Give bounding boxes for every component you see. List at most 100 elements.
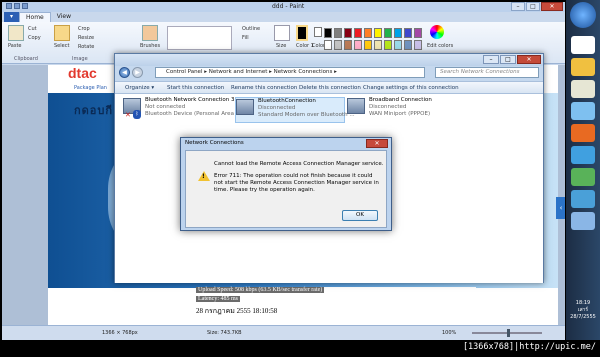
size-button[interactable]: Size [276, 43, 286, 49]
size-icon[interactable] [274, 25, 290, 41]
brushes-icon[interactable] [142, 25, 158, 41]
redo-icon[interactable] [22, 3, 28, 9]
taskbar-chrome-icon[interactable] [571, 146, 595, 164]
rename-connection-button[interactable]: Rename this connection [231, 85, 297, 91]
color-swatch[interactable] [394, 39, 402, 50]
warning-icon-mark: ! [202, 173, 205, 180]
color-swatch[interactable] [324, 28, 332, 38]
connection-name: BluetoothConnection [258, 98, 316, 104]
save-icon[interactable] [6, 3, 12, 9]
paint-title-bar: ddd - Paint – □ ✕ [2, 2, 565, 12]
clock-date: 28/7/2555 [570, 314, 596, 320]
paint-window-controls: – □ ✕ [511, 2, 563, 11]
undo-icon[interactable] [14, 3, 20, 9]
color-swatch[interactable] [334, 28, 342, 38]
paint-window-title: ddd - Paint [272, 3, 305, 10]
connection-device: WAN Miniport (PPPOE) [369, 111, 431, 117]
color-swatch[interactable] [414, 28, 422, 38]
select-button[interactable]: Select [54, 43, 69, 49]
zoom-slider-knob[interactable] [507, 329, 510, 337]
color-swatch[interactable] [404, 39, 412, 50]
ok-button[interactable]: OK [342, 210, 378, 221]
color-swatch[interactable] [384, 39, 392, 50]
organize-button[interactable]: Organize ▾ [125, 85, 154, 91]
change-settings-button[interactable]: Change settings of this connection [363, 85, 459, 91]
connection-device: Standard Modem over Bluetooth ... [258, 112, 355, 118]
rotate-button[interactable]: Rotate [78, 44, 94, 50]
connection-status: Disconnected [258, 105, 296, 111]
color-swatch[interactable] [404, 28, 412, 38]
color-swatch[interactable] [374, 28, 382, 38]
taskbar-ie-icon[interactable] [571, 102, 595, 120]
network-minimize-button[interactable]: – [483, 55, 499, 64]
watermark: [1366x768]|http://upic.me/ [462, 342, 596, 352]
paste-icon[interactable] [8, 25, 24, 41]
file-menu-button[interactable]: ▾ [4, 12, 20, 22]
minimize-button[interactable]: – [511, 2, 525, 11]
resize-button[interactable]: Resize [78, 35, 94, 41]
color-swatch[interactable] [334, 39, 342, 50]
color-swatch[interactable] [364, 39, 372, 50]
zoom-slider[interactable] [472, 329, 542, 337]
start-button[interactable] [570, 2, 596, 28]
color-swatch[interactable] [364, 28, 372, 38]
copy-button[interactable]: Copy [28, 35, 41, 41]
taskbar-word-icon[interactable] [571, 36, 595, 54]
edit-colors-button[interactable]: Edit colors [427, 43, 453, 49]
chevron-left-icon[interactable]: ‹ [556, 197, 565, 219]
taskbar-paint-icon[interactable] [571, 212, 595, 230]
color-swatch[interactable] [414, 39, 422, 50]
image-dimensions: 1366 × 768px [102, 330, 138, 336]
color1-swatch[interactable] [296, 25, 308, 41]
delete-connection-button[interactable]: Delete this connection [299, 85, 361, 91]
network-close-button[interactable]: ✕ [517, 55, 541, 64]
color-swatch[interactable] [344, 39, 352, 50]
dialog-error-detail: Error 711: The operation could not finis… [214, 173, 379, 193]
maximize-button[interactable]: □ [526, 2, 540, 11]
taskbar-network-icon[interactable] [571, 190, 595, 208]
color-swatch[interactable] [374, 39, 382, 50]
paint-status-bar: 1366 × 768px Size: 743.7KB 100% [2, 325, 565, 340]
color-swatch[interactable] [354, 39, 362, 50]
color-swatch[interactable] [354, 28, 362, 38]
network-window-title-bar: – □ ✕ [115, 54, 543, 66]
bluetooth-icon: ᛒ [133, 110, 141, 119]
color-swatch[interactable] [344, 28, 352, 38]
connection-item[interactable]: ✕ ᛒ Bluetooth Network Connection 3 Not c… [123, 97, 241, 123]
color2-swatch[interactable] [314, 27, 322, 37]
start-connection-button[interactable]: Start this connection [167, 85, 224, 91]
color-swatch[interactable] [394, 28, 402, 38]
network-maximize-button[interactable]: □ [500, 55, 516, 64]
address-bar[interactable]: Control Panel ▸ Network and Internet ▸ N… [155, 67, 425, 78]
quick-access-toolbar [6, 3, 32, 11]
connection-item[interactable]: Broadband Connection Disconnected WAN Mi… [347, 97, 457, 123]
taskbar-mail-icon[interactable] [571, 58, 595, 76]
tab-home[interactable]: Home [19, 12, 51, 22]
shapes-gallery[interactable] [167, 26, 232, 50]
ribbon-tabs: ▾ Home View [4, 12, 77, 22]
dialog-close-button[interactable]: ✕ [366, 139, 388, 148]
edit-colors-icon[interactable] [430, 25, 444, 39]
dialog-body: Cannot load the Remote Access Connection… [185, 150, 387, 228]
search-input[interactable]: Search Network Connections [435, 67, 539, 78]
back-button[interactable]: ◀ [119, 67, 130, 78]
color-swatch[interactable] [324, 39, 332, 50]
taskbar-explorer-icon[interactable] [571, 80, 595, 98]
zoom-level: 100% [442, 330, 457, 336]
fill-dropdown[interactable]: Fill [242, 35, 249, 41]
forward-button[interactable]: ▶ [132, 67, 143, 78]
cut-button[interactable]: Cut [28, 26, 37, 32]
paste-button[interactable]: Paste [8, 43, 22, 49]
taskbar-firefox-icon[interactable] [571, 124, 595, 142]
tab-view[interactable]: View [51, 12, 77, 22]
network-window-controls: – □ ✕ [483, 55, 541, 64]
select-icon[interactable] [54, 25, 70, 41]
taskbar-clock[interactable]: 18:19 เสาร์ 28/7/2555 [566, 300, 600, 321]
close-button[interactable]: ✕ [541, 2, 563, 11]
outline-dropdown[interactable]: Outline [242, 26, 260, 32]
brushes-button[interactable]: Brushes [140, 43, 160, 49]
taskbar-app-icon[interactable] [571, 168, 595, 186]
color-swatch[interactable] [384, 28, 392, 38]
crop-button[interactable]: Crop [78, 26, 90, 32]
connection-item[interactable]: BluetoothConnection Disconnected Standar… [235, 97, 355, 123]
